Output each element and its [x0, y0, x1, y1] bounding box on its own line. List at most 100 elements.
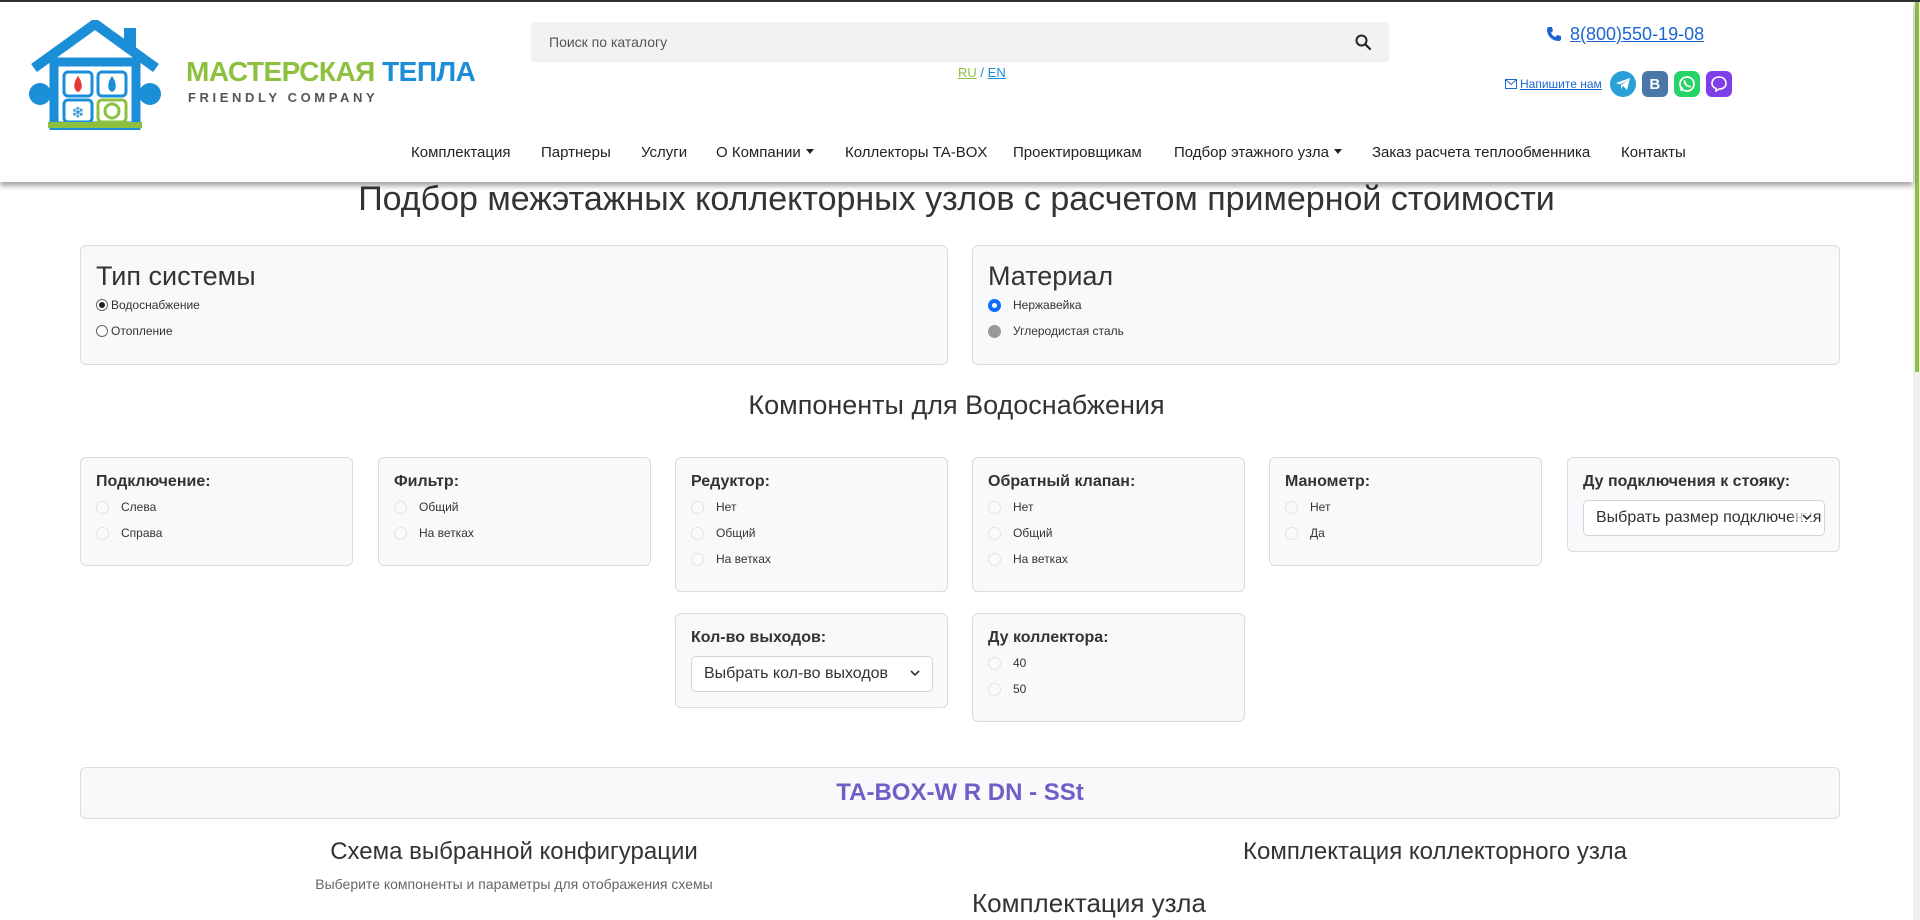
- radio-label: Справа: [121, 526, 163, 540]
- radio-button[interactable]: [96, 325, 108, 337]
- radio-right[interactable]: Справа: [96, 526, 162, 540]
- logo-house-icon[interactable]: ❄: [28, 20, 163, 130]
- radio-filter-common[interactable]: Общий: [394, 500, 459, 514]
- radio-label: Общий: [716, 526, 756, 540]
- kit-subtitle: Комплектация узла: [972, 888, 1206, 918]
- radio-button[interactable]: [988, 298, 1001, 312]
- radio-valve-none[interactable]: Нет: [988, 500, 1033, 514]
- radio-reducer-common[interactable]: Общий: [691, 526, 756, 540]
- radio-dn-40[interactable]: 40: [988, 656, 1026, 670]
- radio-button[interactable]: [394, 526, 407, 540]
- check-valve-card: Обратный клапан: Нет Общий На ветках: [972, 457, 1245, 592]
- brand[interactable]: МАСТЕРСКАЯ ТЕПЛА FRIENDLY COMPANY: [186, 56, 476, 105]
- check-valve-title: Обратный клапан:: [988, 473, 1136, 490]
- radio-filter-branches[interactable]: На ветках: [394, 526, 474, 540]
- radio-label: Нержавейка: [1013, 298, 1082, 312]
- radio-left[interactable]: Слева: [96, 500, 156, 514]
- radio-button[interactable]: [96, 299, 108, 311]
- nav-item-tabox[interactable]: Коллекторы TA-BOX: [845, 144, 987, 161]
- nav-item-label: Партнеры: [541, 144, 611, 161]
- radio-button[interactable]: [988, 552, 1001, 566]
- caret-down-icon: [805, 149, 814, 154]
- reducer-card: Редуктор: Нет Общий На ветках: [675, 457, 948, 592]
- radio-button[interactable]: [988, 656, 1001, 670]
- nav-item-partners[interactable]: Партнеры: [541, 144, 611, 161]
- lang-en-link[interactable]: EN: [988, 65, 1006, 80]
- radio-button[interactable]: [1285, 526, 1298, 540]
- radio-button[interactable]: [988, 500, 1001, 514]
- chevron-down-icon: [910, 670, 920, 677]
- nav-item-label: Подбор этажного узла: [1174, 144, 1329, 161]
- search-input[interactable]: [531, 22, 1331, 62]
- scrollbar-thumb[interactable]: [1915, 2, 1919, 372]
- phone-link[interactable]: 8(800)550-19-08: [1546, 24, 1704, 45]
- model-code-banner: TA-BOX-W R DN - SSt: [80, 767, 1840, 819]
- filter-title: Фильтр:: [394, 473, 460, 490]
- search-icon[interactable]: [1355, 34, 1371, 50]
- nav-item-heat-exchanger[interactable]: Заказ расчета теплообменника: [1372, 144, 1590, 161]
- radio-button[interactable]: [394, 500, 407, 514]
- language-switcher: RU / EN: [958, 65, 1006, 80]
- nav-item-services[interactable]: Услуги: [641, 144, 687, 161]
- contacts-row: Напишите нам В: [1505, 71, 1732, 97]
- radio-label: На ветках: [716, 552, 771, 566]
- components-title: Компоненты для Водоснабжения: [748, 390, 1165, 420]
- radio-heating[interactable]: Отопление: [96, 324, 173, 338]
- radio-valve-common[interactable]: Общий: [988, 526, 1053, 540]
- nav-item-label: Проектировщикам: [1013, 144, 1142, 161]
- radio-valve-branches[interactable]: На ветках: [988, 552, 1068, 566]
- nav-item-label: О Компании: [716, 144, 801, 161]
- radio-manometer-no[interactable]: Нет: [1285, 500, 1330, 514]
- nav-item-contacts[interactable]: Контакты: [1621, 144, 1686, 161]
- radio-stainless[interactable]: Нержавейка: [988, 298, 1082, 312]
- nav-item-label: Заказ расчета теплообменника: [1372, 144, 1591, 161]
- nav-item-label: Коллекторы TA-BOX: [845, 144, 988, 161]
- radio-reducer-none[interactable]: Нет: [691, 500, 736, 514]
- radio-button[interactable]: [691, 526, 704, 540]
- outlets-select[interactable]: Выбрать кол-во выходов: [691, 656, 933, 692]
- radio-button[interactable]: [1285, 500, 1298, 514]
- radio-button[interactable]: [96, 526, 109, 540]
- brand-subtitle: FRIENDLY COMPANY: [188, 90, 379, 105]
- radio-button[interactable]: [988, 324, 1001, 338]
- radio-label: Нет: [1013, 500, 1034, 514]
- brand-name-part1: МАСТЕРСКАЯ: [186, 56, 375, 87]
- radio-label: 40: [1013, 656, 1027, 670]
- radio-manometer-yes[interactable]: Да: [1285, 526, 1325, 540]
- radio-water-supply[interactable]: Водоснабжение: [96, 298, 200, 312]
- radio-button[interactable]: [988, 682, 1001, 696]
- radio-label: Водоснабжение: [111, 298, 200, 312]
- radio-reducer-branches[interactable]: На ветках: [691, 552, 771, 566]
- lang-ru-link[interactable]: RU: [958, 65, 977, 80]
- viber-icon[interactable]: [1705, 71, 1732, 97]
- nav-item-komplektaciya[interactable]: Комплектация: [411, 144, 510, 161]
- nav-item-floor-unit[interactable]: Подбор этажного узла: [1174, 144, 1342, 161]
- riser-dn-select[interactable]: Выбрать размер подключения: [1583, 500, 1825, 536]
- telegram-icon[interactable]: [1609, 71, 1636, 97]
- radio-button[interactable]: [96, 500, 109, 514]
- material-card: Материал Нержавейка Углеродистая сталь: [972, 245, 1840, 365]
- nav-item-designers[interactable]: Проектировщикам: [1013, 144, 1142, 161]
- radio-button[interactable]: [691, 552, 704, 566]
- radio-dn-50[interactable]: 50: [988, 682, 1026, 696]
- radio-carbon-steel[interactable]: Углеродистая сталь: [988, 324, 1124, 338]
- manometer-card: Манометр: Нет Да: [1269, 457, 1542, 566]
- radio-label: Общий: [419, 500, 459, 514]
- select-value: Выбрать размер подключения: [1596, 509, 1822, 526]
- radio-button[interactable]: [691, 500, 704, 514]
- vk-icon[interactable]: В: [1641, 71, 1668, 97]
- radio-button[interactable]: [988, 526, 1001, 540]
- radio-label: Общий: [1013, 526, 1053, 540]
- caret-down-icon: [1333, 149, 1342, 154]
- radio-label: На ветках: [1013, 552, 1068, 566]
- write-us-link[interactable]: Напишите нам: [1505, 77, 1602, 91]
- nav-item-about[interactable]: О Компании: [716, 144, 814, 161]
- outlets-card: Кол-во выходов: Выбрать кол-во выходов: [675, 613, 948, 708]
- riser-dn-card: Ду подключения к стояку: Выбрать размер …: [1567, 457, 1840, 552]
- whatsapp-icon[interactable]: [1673, 71, 1700, 97]
- radio-label: Да: [1310, 526, 1325, 540]
- phone-icon: [1547, 27, 1561, 41]
- radio-label: На ветках: [419, 526, 474, 540]
- radio-label: Нет: [716, 500, 737, 514]
- reducer-title: Редуктор:: [691, 473, 770, 490]
